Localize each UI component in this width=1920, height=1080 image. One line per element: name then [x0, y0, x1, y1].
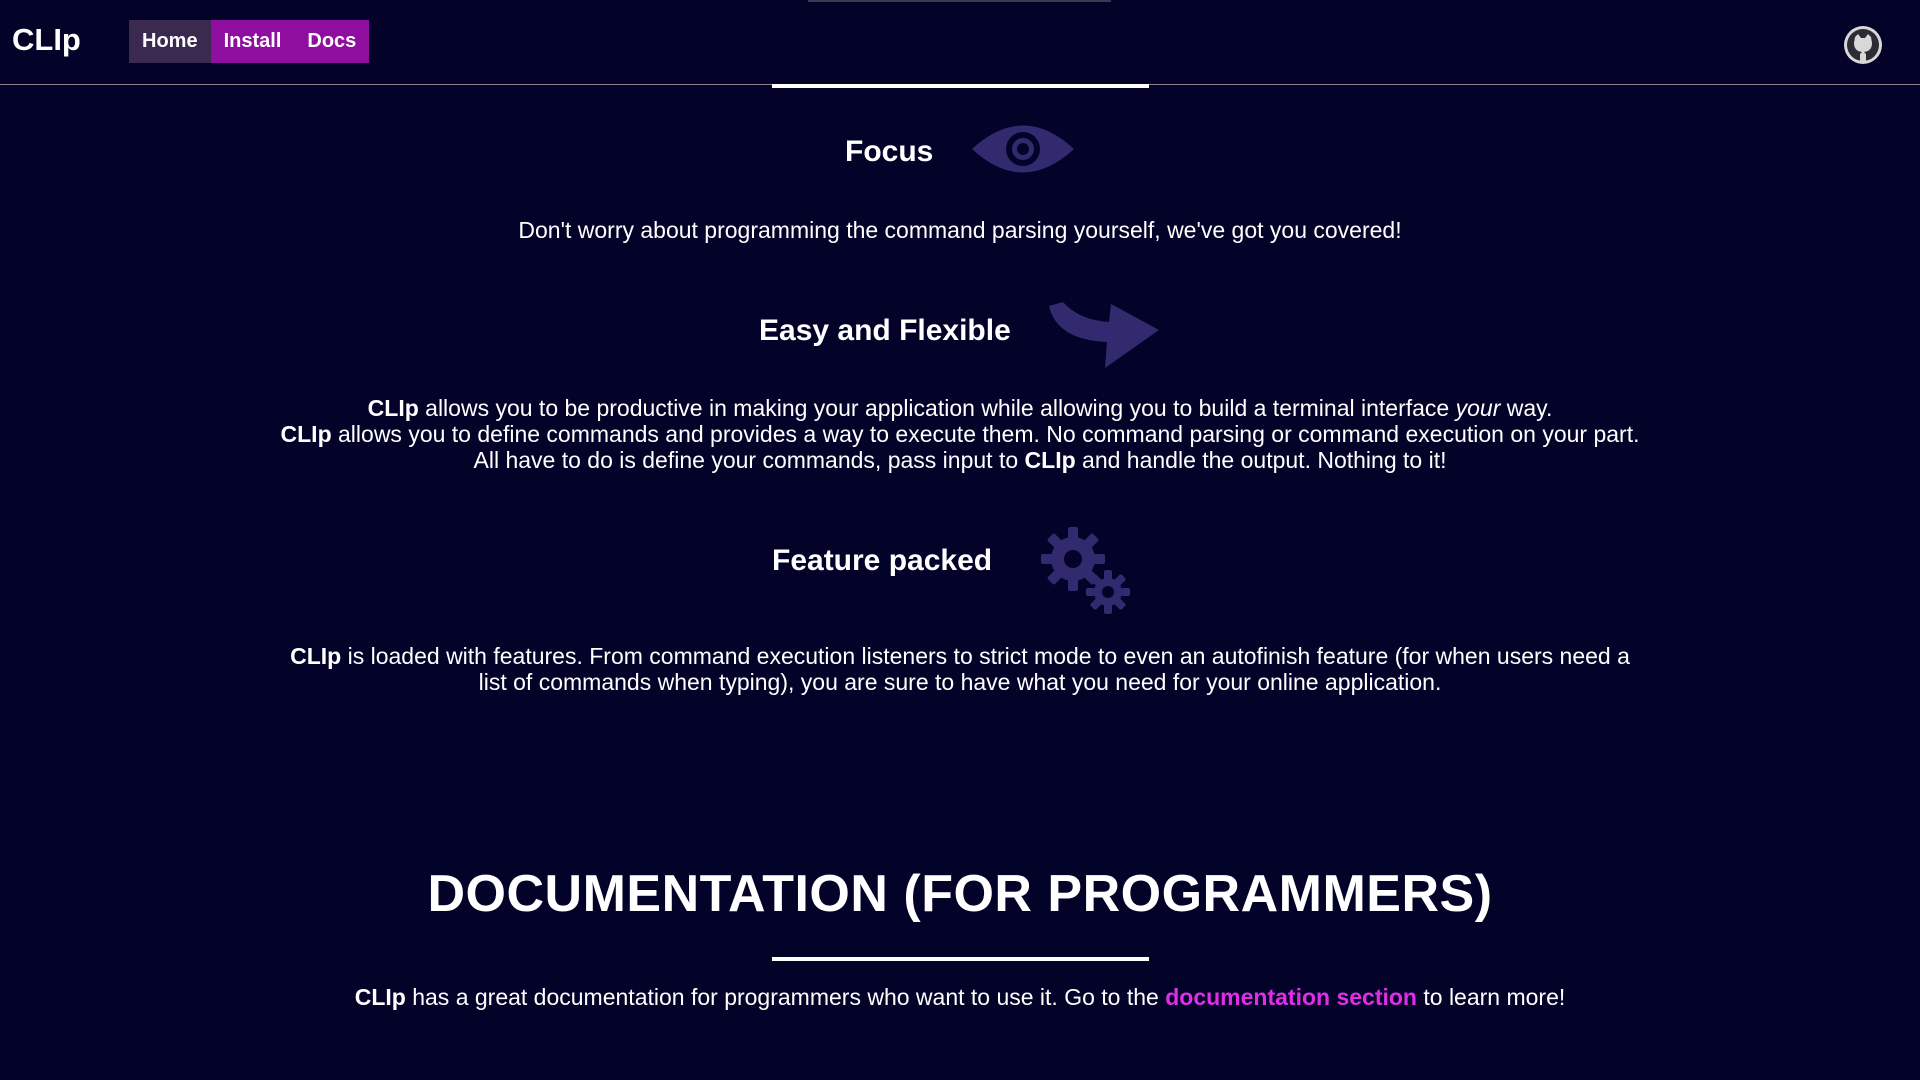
brand-logo[interactable]: CLIp — [12, 22, 81, 58]
documentation-section-link[interactable]: documentation section — [1165, 984, 1417, 1010]
documentation-divider — [772, 957, 1149, 961]
section-divider-top — [772, 84, 1149, 88]
feature-line: CLIp is loaded with features. From comma… — [290, 643, 1630, 669]
documentation-text: CLIp has a great documentation for progr… — [354, 984, 1566, 1010]
navbar: CLIp Home Install Docs — [0, 0, 1920, 85]
nav-menu: Home Install Docs — [129, 20, 370, 63]
eye-icon — [972, 125, 1074, 173]
top-edge-tab — [808, 0, 1111, 2]
nav-item-docs[interactable]: Docs — [294, 20, 370, 63]
feature-text-easy-flexible: CLIp allows you to be productive in maki… — [0, 395, 1920, 473]
feature-line: list of commands when typing), you are s… — [478, 669, 1442, 695]
gears-icon — [1041, 527, 1130, 614]
documentation-heading: DOCUMENTATION (FOR PROGRAMMERS) — [427, 865, 1493, 923]
arrow-icon — [1049, 302, 1159, 368]
feature-line: CLIp allows you to be productive in maki… — [367, 395, 1553, 421]
feature-text-feature-packed: CLIp is loaded with features. From comma… — [0, 643, 1920, 695]
feature-title-easy-flexible: Easy and Flexible — [759, 314, 1011, 347]
feature-line: CLIp allows you to define commands and p… — [280, 421, 1640, 447]
feature-text-focus: Don't worry about programming the comman… — [518, 217, 1402, 243]
feature-title-feature-packed: Feature packed — [772, 544, 993, 577]
feature-line: All have to do is define your commands, … — [473, 447, 1447, 473]
nav-item-install[interactable]: Install — [210, 20, 295, 63]
feature-title-focus: Focus — [845, 135, 934, 168]
github-icon[interactable] — [1843, 25, 1883, 65]
nav-item-home[interactable]: Home — [129, 20, 211, 63]
